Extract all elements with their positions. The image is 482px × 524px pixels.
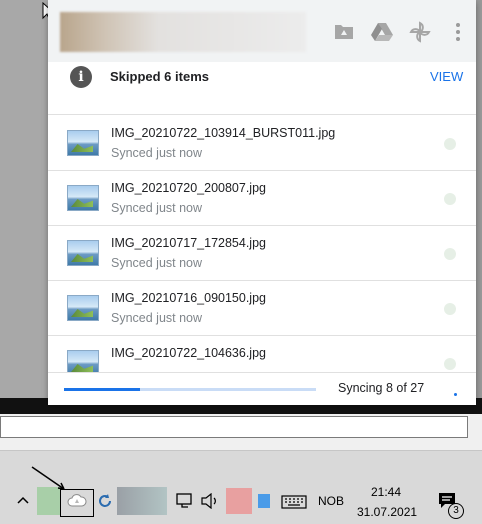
more-vert-icon[interactable]	[446, 20, 470, 44]
background-address-bar	[0, 414, 482, 450]
image-thumbnail-icon	[67, 240, 99, 266]
clock-date[interactable]: 31.07.2021	[357, 505, 417, 519]
file-status: Synced just now	[111, 311, 203, 325]
image-thumbnail-icon	[67, 185, 99, 211]
sync-status-dot	[444, 138, 456, 150]
sync-status-dot	[444, 193, 456, 205]
sync-progress-fill	[64, 388, 140, 391]
file-row[interactable]: IMG_20210716_090150.jpg Synced just now	[48, 280, 476, 336]
sync-status-dot	[444, 248, 456, 260]
file-name: IMG_20210722_103914_BURST011.jpg	[111, 126, 336, 140]
sync-status-dot	[444, 358, 456, 370]
drive-sync-icon[interactable]	[67, 493, 87, 509]
volume-icon[interactable]	[200, 493, 220, 509]
photos-icon[interactable]	[408, 20, 432, 44]
sync-footer: Syncing 8 of 27	[48, 372, 476, 405]
file-name: IMG_20210722_104636.jpg	[111, 346, 266, 360]
sync-icon[interactable]	[96, 492, 114, 510]
blurred-tray-icon[interactable]	[226, 488, 252, 514]
input-language[interactable]: NOB	[318, 494, 344, 508]
folder-icon[interactable]	[332, 20, 356, 44]
skipped-items-text: Skipped 6 items	[110, 69, 209, 84]
info-icon: i	[70, 66, 92, 88]
sync-progress-bar	[64, 388, 316, 391]
network-icon[interactable]	[176, 493, 194, 509]
chevron-up-icon[interactable]	[16, 495, 30, 505]
activity-dot	[454, 393, 457, 396]
background-address-field[interactable]	[0, 416, 468, 438]
skipped-items-notice: i Skipped 6 items VIEW	[48, 62, 476, 115]
file-name: IMG_20210716_090150.jpg	[111, 291, 266, 305]
file-status: Synced just now	[111, 256, 203, 270]
view-skipped-button[interactable]: VIEW	[430, 69, 463, 84]
file-row[interactable]: IMG_20210722_103914_BURST011.jpg Synced …	[48, 115, 476, 171]
file-name: IMG_20210717_172854.jpg	[111, 236, 266, 250]
clock-time[interactable]: 21:44	[371, 485, 401, 499]
file-row[interactable]: IMG_20210717_172854.jpg Synced just now	[48, 225, 476, 281]
taskbar: NOB 21:44 31.07.2021 3	[0, 450, 482, 524]
sync-status-dot	[444, 303, 456, 315]
background-window-edge	[0, 0, 50, 400]
blurred-tray-icon[interactable]	[258, 494, 270, 508]
blurred-tray-icon[interactable]	[117, 487, 167, 515]
file-status: Synced just now	[111, 201, 203, 215]
keyboard-icon[interactable]	[281, 495, 307, 509]
sync-status-text: Syncing 8 of 27	[338, 381, 425, 395]
notification-count-badge: 3	[448, 503, 464, 519]
popup-header	[48, 0, 476, 62]
background-window-edge-right	[476, 0, 482, 400]
image-thumbnail-icon	[67, 130, 99, 156]
file-name: IMG_20210720_200807.jpg	[111, 181, 266, 195]
image-thumbnail-icon	[67, 295, 99, 321]
file-status: Synced just now	[111, 146, 203, 160]
drive-sync-popup: i Skipped 6 items VIEW IMG_20210722_1039…	[48, 0, 476, 405]
drive-icon[interactable]	[370, 20, 394, 44]
account-avatar-blurred[interactable]	[60, 12, 306, 52]
file-row[interactable]: IMG_20210720_200807.jpg Synced just now	[48, 170, 476, 226]
